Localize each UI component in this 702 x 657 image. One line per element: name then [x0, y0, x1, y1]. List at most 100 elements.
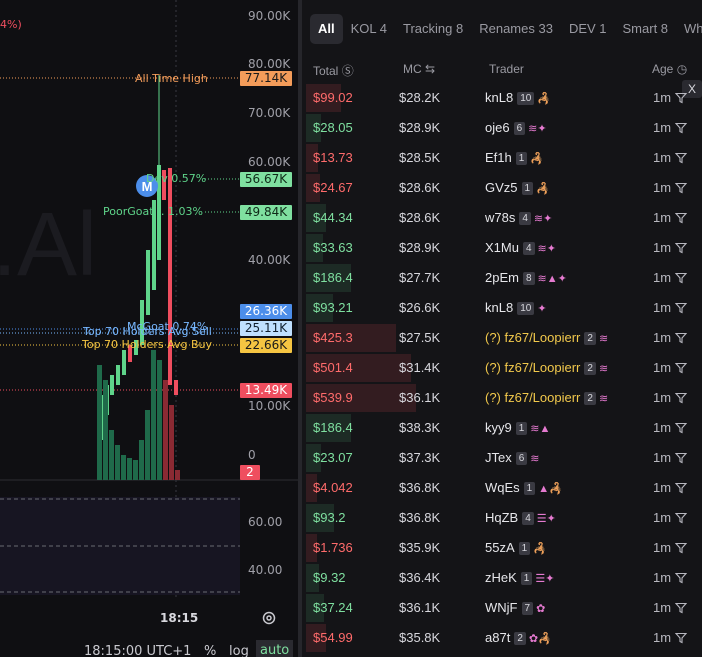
trader-name[interactable]: (?) fz67/Loopierr 2 ≋: [485, 360, 608, 375]
trader-name[interactable]: X1Mu 4 ≋✦: [485, 240, 556, 255]
filter-trader-icon[interactable]: [675, 362, 687, 374]
trader-label: knL8: [485, 90, 514, 105]
trader-tags-icon: ≋: [530, 453, 540, 465]
volume-bar: [97, 365, 102, 480]
trade-amount: $4.042: [313, 480, 353, 495]
settings-gear-icon[interactable]: [261, 610, 277, 626]
trader-name[interactable]: 2pEm 8 ≋▲✦: [485, 270, 567, 285]
tab-tracking[interactable]: Tracking 8: [395, 14, 471, 44]
last-price-tag: 13.49K: [240, 383, 292, 398]
filter-trader-icon[interactable]: [675, 482, 687, 494]
trade-row[interactable]: $93.21 $26.6K knL8 10 ✦ 1m: [302, 293, 702, 323]
trader-name[interactable]: GVz5 1 🦂: [485, 180, 550, 195]
trade-amount: $13.73: [313, 150, 353, 165]
trader-name[interactable]: w78s 4 ≋✦: [485, 210, 552, 225]
trader-name[interactable]: HqZB 4 ☰✦: [485, 510, 556, 525]
trade-age: 1m: [653, 180, 672, 195]
trade-age: 1m: [653, 150, 672, 165]
trade-row[interactable]: $93.2 $36.8K HqZB 4 ☰✦ 1m: [302, 503, 702, 533]
trader-name[interactable]: (?) fz67/Loopierr 2 ≋: [485, 390, 608, 405]
filter-trader-icon[interactable]: [675, 92, 687, 104]
trade-amount: $44.34: [313, 210, 353, 225]
filter-trader-icon[interactable]: [675, 242, 687, 254]
filter-trader-icon[interactable]: [675, 572, 687, 584]
trade-row[interactable]: $4.042 $36.8K WqEs 1 ▲🦂 1m: [302, 473, 702, 503]
trader-name[interactable]: 55zA 1 🦂: [485, 540, 547, 555]
trade-count-badge: 1: [523, 482, 536, 495]
trader-name[interactable]: a87t 2 ✿🦂: [485, 630, 552, 645]
trade-row[interactable]: $37.24 $36.1K WNjF 7 ✿ 1m: [302, 593, 702, 623]
price-chart[interactable]: .Al M 4%) 90.00K 80.00K 70.00K 60.00K 40…: [0, 0, 298, 657]
col-mc[interactable]: MC ⇆: [403, 62, 435, 76]
tab-all[interactable]: All: [310, 14, 343, 44]
trade-row[interactable]: $539.9 $36.1K (?) fz67/Loopierr 2 ≋ 1m: [302, 383, 702, 413]
filter-trader-icon[interactable]: [675, 212, 687, 224]
trade-row[interactable]: $186.4 $38.3K kyy9 1 ≋▲ 1m: [302, 413, 702, 443]
trade-row[interactable]: $23.07 $37.3K JTex 6 ≋ 1m: [302, 443, 702, 473]
trade-row[interactable]: $9.32 $36.4K zHeK 1 ☰✦ 1m: [302, 563, 702, 593]
trade-age: 1m: [653, 420, 672, 435]
trade-amount: $425.3: [313, 330, 353, 345]
trader-name[interactable]: kyy9 1 ≋▲: [485, 420, 550, 435]
trader-name[interactable]: WqEs 1 ▲🦂: [485, 480, 563, 495]
trade-age: 1m: [653, 480, 672, 495]
trader-name[interactable]: JTex 6 ≋: [485, 450, 540, 465]
trader-name[interactable]: knL8 10 🦂: [485, 90, 551, 105]
trader-name[interactable]: Ef1h 1 🦂: [485, 150, 544, 165]
trade-count-badge: 8: [522, 272, 535, 285]
trader-label: a87t: [485, 630, 511, 645]
trade-row[interactable]: $54.99 $35.8K a87t 2 ✿🦂 1m: [302, 623, 702, 653]
trade-row[interactable]: $425.3 $27.5K (?) fz67/Loopierr 2 ≋ 1m: [302, 323, 702, 353]
indicator-tick: 40.00: [248, 563, 283, 577]
pct-change: 4%): [0, 18, 22, 31]
filter-trader-icon[interactable]: [675, 632, 687, 644]
percent-scale-button[interactable]: %: [204, 644, 216, 657]
tab-wha[interactable]: Wha: [676, 14, 702, 44]
filter-trader-icon[interactable]: [675, 302, 687, 314]
volume-bar: [103, 380, 108, 480]
trader-name[interactable]: knL8 10 ✦: [485, 300, 547, 315]
col-total[interactable]: Total Ⓢ: [313, 62, 354, 79]
filter-trader-icon[interactable]: [675, 452, 687, 464]
trade-row[interactable]: $24.67 $28.6K GVz5 1 🦂 1m: [302, 173, 702, 203]
time-axis-label: 18:15: [160, 611, 199, 625]
tab-dev[interactable]: DEV 1: [561, 14, 615, 44]
trade-row[interactable]: $501.4 $31.4K (?) fz67/Loopierr 2 ≋ 1m: [302, 353, 702, 383]
trade-amount: $93.21: [313, 300, 353, 315]
trade-count-badge: 6: [513, 122, 526, 135]
tab-smart[interactable]: Smart 8: [615, 14, 677, 44]
trade-row[interactable]: $28.05 $28.9K oje6 6 ≋✦ 1m: [302, 113, 702, 143]
tab-kol[interactable]: KOL 4: [343, 14, 395, 44]
filter-trader-icon[interactable]: [675, 512, 687, 524]
filter-trader-icon[interactable]: [675, 152, 687, 164]
filter-trader-icon[interactable]: [675, 272, 687, 284]
candle: [168, 168, 172, 385]
filter-trader-icon[interactable]: [675, 542, 687, 554]
filter-trader-icon[interactable]: [675, 422, 687, 434]
filter-trader-icon[interactable]: [675, 602, 687, 614]
trade-count-badge: 10: [517, 302, 535, 315]
trade-row[interactable]: $186.4 $27.7K 2pEm 8 ≋▲✦ 1m: [302, 263, 702, 293]
log-scale-button[interactable]: log: [229, 644, 249, 657]
col-age[interactable]: Age ◷: [652, 62, 687, 76]
trade-count-badge: 2: [584, 392, 596, 405]
candle: [146, 250, 150, 315]
trader-tags-icon: ≋▲✦: [537, 273, 567, 285]
trade-row[interactable]: $33.63 $28.9K X1Mu 4 ≋✦ 1m: [302, 233, 702, 263]
filter-trader-icon[interactable]: [675, 122, 687, 134]
trader-name[interactable]: WNjF 7 ✿: [485, 600, 545, 615]
trade-row[interactable]: $99.02 $28.2K knL8 10 🦂 1m: [302, 83, 702, 113]
trade-mc: $28.9K: [399, 240, 441, 255]
trader-name[interactable]: zHeK 1 ☰✦: [485, 570, 554, 585]
filter-trader-icon[interactable]: [675, 392, 687, 404]
trader-name[interactable]: (?) fz67/Loopierr 2 ≋: [485, 330, 608, 345]
filter-trader-icon[interactable]: [675, 332, 687, 344]
trade-row[interactable]: $44.34 $28.6K w78s 4 ≋✦ 1m: [302, 203, 702, 233]
trade-row[interactable]: $1.736 $35.9K 55zA 1 🦂 1m: [302, 533, 702, 563]
trade-age: 1m: [653, 600, 672, 615]
auto-scale-button[interactable]: auto: [256, 640, 294, 657]
trader-name[interactable]: oje6 6 ≋✦: [485, 120, 547, 135]
filter-trader-icon[interactable]: [675, 182, 687, 194]
trade-row[interactable]: $13.73 $28.5K Ef1h 1 🦂 1m: [302, 143, 702, 173]
tab-renames[interactable]: Renames 33: [471, 14, 561, 44]
